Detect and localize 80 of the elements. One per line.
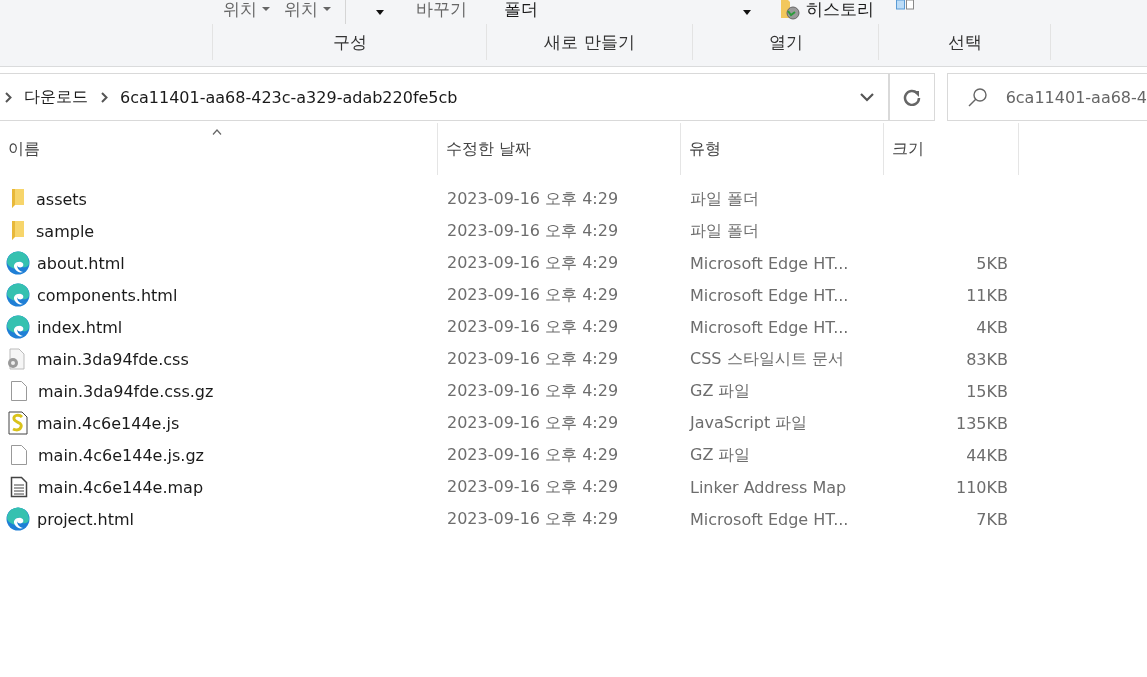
modified-date: 2023-09-16 오후 4:29 (447, 252, 619, 274)
file-type: JavaScript 파일 (690, 412, 808, 434)
ribbon-button[interactable]: 폴더 (504, 0, 538, 24)
ribbon-group-label: 선택 (879, 24, 1051, 60)
file-type: GZ 파일 (690, 444, 751, 466)
column-header[interactable]: 수정한 날짜 (438, 123, 681, 175)
file-size: 15KB (966, 381, 1008, 401)
ribbon-group-label: 새로 만들기 (487, 24, 693, 60)
modified-date: 2023-09-16 오후 4:29 (447, 188, 619, 210)
modified-date: 2023-09-16 오후 4:29 (447, 444, 619, 466)
search-icon (967, 87, 988, 107)
file-type: Microsoft Edge HT... (690, 509, 849, 529)
ribbon-group-label: 열기 (693, 24, 879, 60)
folder-icon (10, 221, 26, 241)
file-name[interactable]: sample (36, 221, 95, 241)
file-icon (10, 380, 28, 402)
file-size: 11KB (966, 285, 1008, 305)
file-type: Microsoft Edge HT... (690, 285, 849, 305)
modified-date: 2023-09-16 오후 4:29 (447, 348, 619, 370)
modified-date: 2023-09-16 오후 4:29 (447, 284, 619, 306)
modified-date: 2023-09-16 오후 4:29 (447, 476, 619, 498)
column-header[interactable]: 이름 (0, 123, 438, 175)
file-name[interactable]: main.3da94fde.css.gz (38, 381, 214, 401)
file-icon (10, 444, 28, 466)
file-size: 5KB (976, 253, 1008, 273)
file-name[interactable]: index.html (37, 317, 123, 337)
checkbox-icon[interactable] (896, 0, 916, 10)
caret-icon[interactable] (743, 10, 751, 15)
modified-date: 2023-09-16 오후 4:29 (447, 412, 619, 434)
file-size: 4KB (976, 317, 1008, 337)
folder-icon (10, 189, 26, 209)
file-type: Linker Address Map (690, 477, 847, 497)
file-size: 110KB (956, 477, 1008, 497)
refresh-icon (902, 88, 921, 106)
modified-date: 2023-09-16 오후 4:29 (447, 220, 619, 242)
ribbon-group-label: 구성 (213, 24, 487, 60)
chevron-right-icon (5, 91, 12, 103)
file-size: 135KB (956, 413, 1008, 433)
file-name[interactable]: main.4c6e144e.js.gz (38, 445, 204, 465)
file-name[interactable]: project.html (37, 509, 135, 529)
file-name[interactable]: main.4c6e144e.map (38, 477, 204, 497)
file-type: Microsoft Edge HT... (690, 253, 849, 273)
search-field[interactable]: 6ca11401-aa68-4 (946, 73, 1147, 121)
breadcrumb[interactable]: 다운로드 (24, 86, 88, 108)
file-type: 파일 폴더 (690, 220, 760, 242)
document-icon (10, 476, 28, 498)
browser-icon (6, 251, 30, 275)
refresh-button[interactable] (889, 73, 935, 121)
browser-icon (6, 283, 30, 307)
browser-icon (6, 315, 30, 339)
file-type: CSS 스타일시트 문서 (690, 348, 844, 370)
modified-date: 2023-09-16 오후 4:29 (447, 316, 619, 338)
file-name[interactable]: about.html (37, 253, 125, 273)
history-button[interactable]: 히스토리 (779, 0, 874, 24)
file-type: 파일 폴더 (690, 188, 760, 210)
column-header[interactable]: 유형 (681, 123, 884, 175)
script-file-icon (8, 411, 28, 435)
ribbon-dropdown[interactable]: 위치 (223, 0, 270, 24)
ribbon-dropdown[interactable]: 위치 (284, 0, 331, 24)
file-name[interactable]: assets (36, 189, 87, 209)
gear-file-icon (6, 348, 26, 370)
column-header[interactable]: 크기 (884, 123, 1019, 175)
address-bar[interactable]: 다운로드 6ca11401-aa68-423c-a329-adab220fe5cb (0, 73, 890, 121)
file-size: 7KB (976, 509, 1008, 529)
file-name[interactable]: components.html (37, 285, 178, 305)
caret-icon[interactable] (376, 10, 384, 15)
modified-date: 2023-09-16 오후 4:29 (447, 380, 619, 402)
browser-icon (6, 507, 30, 531)
ribbon-button[interactable]: 바꾸기 (416, 0, 467, 24)
file-name[interactable]: main.4c6e144e.js (37, 413, 180, 433)
chevron-right-icon (101, 91, 108, 103)
chevron-down-icon[interactable] (860, 92, 875, 102)
modified-date: 2023-09-16 오후 4:29 (447, 508, 619, 530)
sort-up-icon (212, 129, 222, 135)
breadcrumb[interactable]: 6ca11401-aa68-423c-a329-adab220fe5cb (120, 87, 458, 107)
file-type: Microsoft Edge HT... (690, 317, 849, 337)
file-size: 44KB (966, 445, 1008, 465)
file-size: 83KB (966, 349, 1008, 369)
file-type: GZ 파일 (690, 380, 751, 402)
file-name[interactable]: main.3da94fde.css (37, 349, 189, 369)
